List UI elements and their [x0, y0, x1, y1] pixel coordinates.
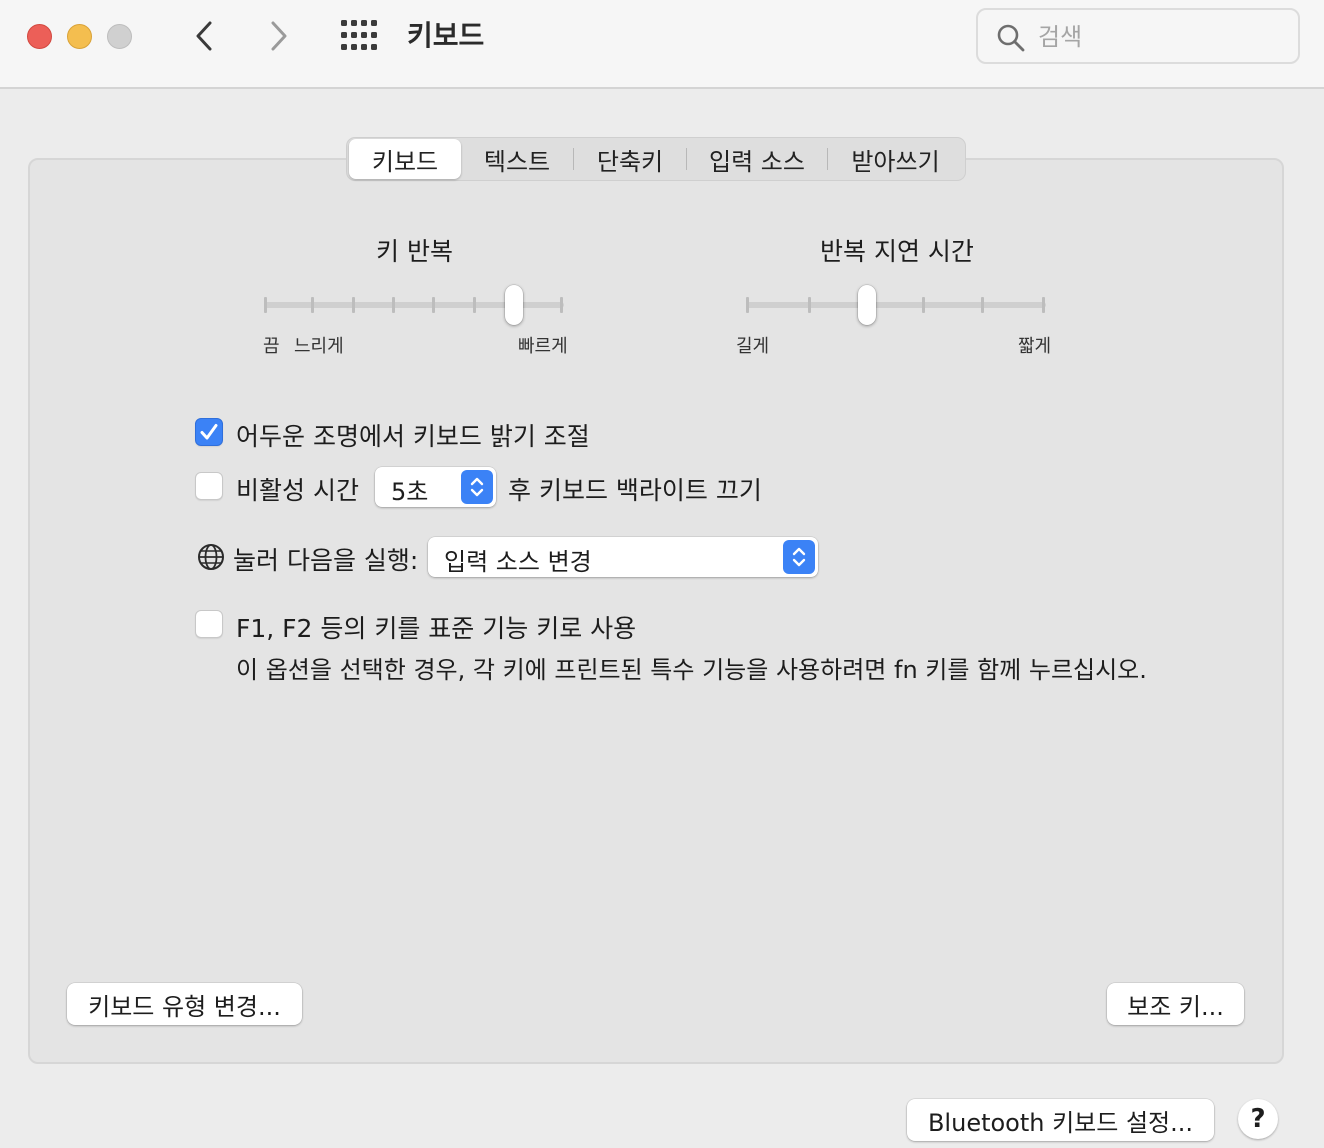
slider-tick: [560, 297, 563, 313]
updown-chevron-icon: [783, 540, 815, 574]
repeat-delay-long-label: 길게: [736, 336, 770, 357]
search-input[interactable]: [1038, 20, 1278, 54]
tab-label: 단축키: [596, 147, 664, 176]
backlight-off-label-after: 후 키보드 백라이트 끄기: [508, 476, 762, 505]
globe-key-label: 눌러 다음을 실행:: [233, 546, 419, 575]
modifier-keys-button[interactable]: 보조 키...: [1107, 983, 1244, 1025]
show-all-grid-icon[interactable]: [340, 19, 380, 53]
standard-function-keys-description: 이 옵션을 선택한 경우, 각 키에 프린트된 특수 기능을 사용하려면 fn …: [236, 656, 1147, 684]
adjust-brightness-checkbox[interactable]: [195, 418, 223, 446]
slider-tick: [264, 297, 267, 313]
slider-tick: [808, 297, 811, 313]
minimize-window-button[interactable]: [67, 24, 92, 49]
repeat-delay-thumb[interactable]: [858, 285, 876, 325]
forward-button[interactable]: [261, 16, 297, 56]
chevron-right-icon: [271, 21, 287, 51]
slider-tick: [473, 297, 476, 313]
standard-function-keys-label: F1, F2 등의 키를 표준 기능 키로 사용: [236, 614, 637, 643]
tab-label: 텍스트: [483, 147, 551, 176]
slider-tick: [311, 297, 314, 313]
tab-dictation[interactable]: 받아쓰기: [828, 139, 963, 179]
keyboard-preferences-window: 키보드 키보드 텍스트 단축키 입력 소스 받아쓰기 키 반복 끔 느리게 빠르…: [0, 0, 1324, 1148]
backlight-off-label-before: 비활성 시간: [236, 476, 359, 505]
standard-function-keys-checkbox[interactable]: [195, 610, 223, 638]
repeat-delay-slider[interactable]: [746, 302, 1046, 308]
change-keyboard-type-button[interactable]: 키보드 유형 변경...: [67, 983, 302, 1025]
search-icon: [997, 24, 1025, 52]
repeat-delay-title: 반복 지연 시간: [820, 237, 974, 266]
key-repeat-thumb[interactable]: [505, 285, 523, 325]
tab-keyboard[interactable]: 키보드: [349, 139, 461, 179]
tab-label: 키보드: [371, 147, 439, 176]
tab-label: 입력 소스: [709, 147, 805, 176]
help-button[interactable]: ?: [1238, 1099, 1278, 1139]
close-window-button[interactable]: [27, 24, 52, 49]
slider-tick: [432, 297, 435, 313]
window-title: 키보드: [407, 19, 485, 52]
bluetooth-keyboard-setup-button[interactable]: Bluetooth 키보드 설정...: [907, 1099, 1214, 1141]
tab-text[interactable]: 텍스트: [461, 139, 573, 179]
backlight-off-checkbox[interactable]: [195, 472, 223, 500]
key-repeat-off-label: 끔: [263, 336, 280, 357]
zoom-window-button[interactable]: [107, 24, 132, 49]
slider-tick: [352, 297, 355, 313]
backlight-timeout-popup[interactable]: 5초: [375, 467, 496, 507]
slider-tick: [1042, 297, 1045, 313]
tab-shortcuts[interactable]: 단축키: [574, 139, 686, 179]
checkmark-icon: [200, 424, 218, 440]
globe-key-action-value: 입력 소스 변경: [444, 548, 592, 576]
backlight-timeout-value: 5초: [391, 478, 429, 506]
slider-tick: [392, 297, 395, 313]
key-repeat-title: 키 반복: [376, 237, 453, 266]
key-repeat-fast-label: 빠르게: [518, 336, 568, 357]
back-button[interactable]: [186, 16, 222, 56]
slider-tick: [746, 297, 749, 313]
tab-label: 받아쓰기: [851, 147, 940, 176]
updown-chevron-icon: [461, 470, 493, 504]
slider-tick: [981, 297, 984, 313]
search-field[interactable]: [976, 8, 1300, 64]
globe-key-action-popup[interactable]: 입력 소스 변경: [428, 537, 818, 577]
tab-input-sources[interactable]: 입력 소스: [687, 139, 827, 179]
adjust-brightness-label: 어두운 조명에서 키보드 밝기 조절: [236, 422, 590, 451]
chevron-left-icon: [196, 21, 212, 51]
title-bar: 키보드: [0, 0, 1324, 89]
repeat-delay-short-label: 짧게: [1018, 336, 1052, 357]
key-repeat-slow-label: 느리게: [294, 336, 344, 357]
tab-bar: 키보드 텍스트 단축키 입력 소스 받아쓰기: [346, 137, 966, 181]
globe-icon: [198, 544, 224, 570]
slider-tick: [922, 297, 925, 313]
